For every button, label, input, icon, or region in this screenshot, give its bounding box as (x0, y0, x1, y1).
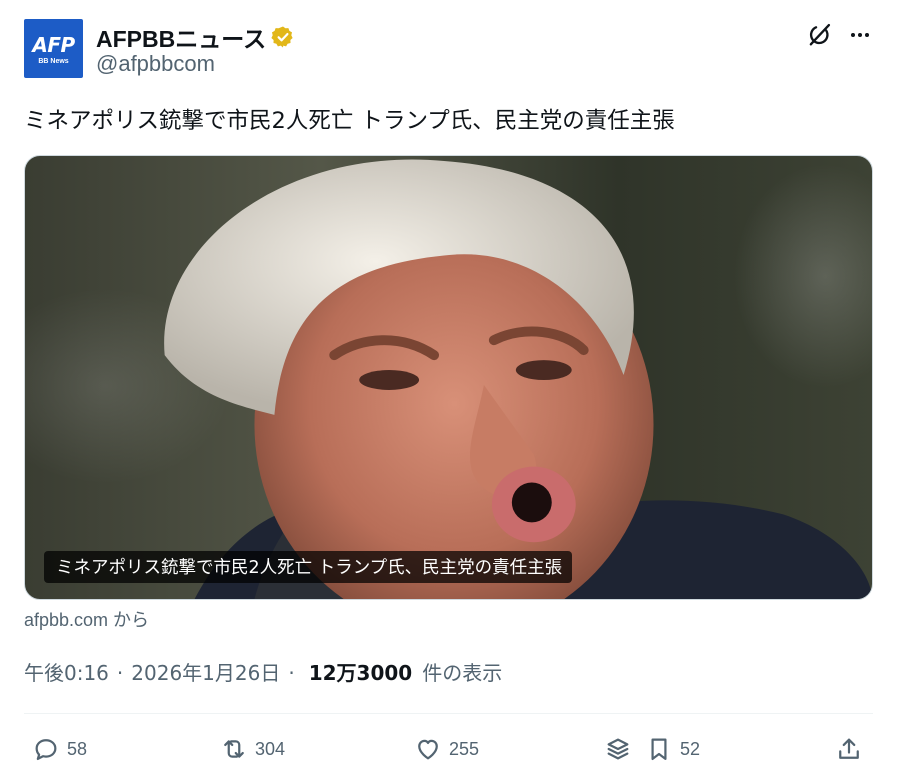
heart-icon (418, 739, 438, 760)
meta-separator: · (288, 661, 295, 685)
reply-button[interactable]: 58 (32, 727, 87, 771)
tweet-time[interactable]: 午後0:16 (24, 657, 109, 686)
verified-badge-icon[interactable] (271, 25, 295, 49)
meta-separator: · (116, 661, 124, 685)
repost-icon (224, 740, 244, 758)
author-avatar[interactable]: AFP BB News (24, 19, 83, 78)
share-button[interactable] (835, 727, 863, 771)
tweet-actions-bar: 58 304 255 52 (0, 727, 897, 771)
reply-count: 58 (67, 738, 88, 759)
bookmark-button[interactable]: 52 (645, 727, 700, 771)
more-options-button[interactable] (843, 18, 877, 52)
more-icon (851, 33, 869, 37)
reply-icon (35, 739, 57, 761)
bookmark-count: 52 (680, 738, 701, 759)
tweet-meta: 午後0:16 · 2026年1月26日 · 12万3000 件の表示 (24, 657, 502, 686)
repost-count: 304 (255, 738, 286, 759)
link-source[interactable]: afpbb.com から (24, 606, 149, 632)
avatar-logo-subtext: BB News (38, 58, 69, 65)
views-label: 件の表示 (422, 661, 503, 685)
grok-icon (809, 23, 831, 46)
tweet-date[interactable]: 2026年1月26日 (131, 657, 280, 686)
bookmark-icon (651, 738, 667, 761)
repost-button[interactable]: 304 (220, 727, 285, 771)
share-icon (839, 738, 859, 759)
media-caption: ミネアポリス銃撃で市民2人死亡 トランプ氏、民主党の責任主張 (44, 551, 573, 583)
link-card-media[interactable]: ミネアポリス銃撃で市民2人死亡 トランプ氏、民主党の責任主張 (24, 155, 873, 600)
avatar-logo-text: AFP (32, 33, 75, 57)
news-photo (164, 159, 872, 599)
grok-analyze-button[interactable] (604, 727, 632, 771)
author-name-row: AFPBBニュース (96, 20, 295, 54)
like-button[interactable]: 255 (414, 727, 479, 771)
grok-button[interactable] (802, 18, 836, 52)
tweet-text: ミネアポリス銃撃で市民2人死亡 トランプ氏、民主党の責任主張 (24, 108, 675, 134)
views-count[interactable]: 12万3000 (309, 657, 413, 686)
author-handle[interactable]: @afpbbcom (96, 51, 215, 77)
like-count: 255 (449, 738, 480, 759)
divider (24, 713, 873, 714)
layers-icon (607, 738, 629, 760)
author-display-name[interactable]: AFPBBニュース (96, 20, 266, 54)
